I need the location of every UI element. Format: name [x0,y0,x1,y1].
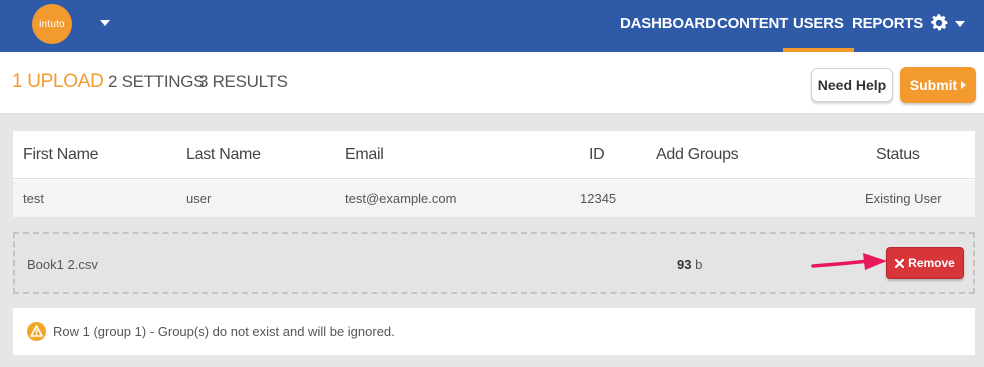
cell-id: 12345 [580,191,617,206]
col-first-name: First Name [23,146,99,163]
file-size-unit: b [695,257,703,272]
nav-reports[interactable]: REPORTS [852,0,923,52]
cell-first-name: test [23,191,44,206]
submit-label: Submit [909,77,958,93]
step-settings[interactable]: 2 SETTINGS [108,72,204,92]
close-icon [895,258,905,268]
cell-status: Existing User [865,191,942,206]
file-name: Book1 2.csv [27,257,98,272]
file-size-value: 93 [677,257,692,272]
users-table: First Name Last Name Email ID Add Groups… [13,131,975,217]
cell-email: test@example.com [345,191,457,206]
step-results[interactable]: 3 RESULTS [199,72,288,92]
warning-icon [27,322,46,341]
table-header: First Name Last Name Email ID Add Groups… [13,131,975,179]
logo-text: intuto [39,18,65,30]
need-help-label: Need Help [817,77,887,93]
chevron-down-icon[interactable] [100,20,110,26]
chevron-down-icon[interactable] [955,21,965,27]
col-email: Email [345,146,384,163]
remove-button[interactable]: Remove [886,247,964,279]
nav-dashboard[interactable]: DASHBOARD [620,0,716,52]
nav-content[interactable]: CONTENT [717,0,788,52]
gear-icon[interactable] [928,12,950,34]
warning-message: Row 1 (group 1) - Group(s) do not exist … [13,308,975,355]
col-add-groups: Add Groups [656,146,739,163]
warning-text: Row 1 (group 1) - Group(s) do not exist … [53,324,395,339]
logo[interactable]: intuto [32,4,72,44]
table-row: test user test@example.com 12345 Existin… [13,180,975,217]
nav-users[interactable]: USERS [783,0,854,52]
remove-label: Remove [908,256,955,270]
need-help-button[interactable]: Need Help [811,68,893,102]
step-upload[interactable]: 1 UPLOAD [12,71,104,93]
col-status: Status [876,146,920,163]
top-nav: intuto DASHBOARD CONTENT USERS REPORTS [0,0,984,52]
submit-button[interactable]: Submit [900,67,976,103]
col-last-name: Last Name [186,146,261,163]
step-bar: 1 UPLOAD 2 SETTINGS 3 RESULTS Need Help … [0,52,984,114]
pointer-arrow-icon [811,253,887,270]
cell-last-name: user [186,191,212,206]
col-id: ID [589,146,605,163]
chevron-right-icon [961,81,967,89]
file-size: 93 b [677,257,702,272]
